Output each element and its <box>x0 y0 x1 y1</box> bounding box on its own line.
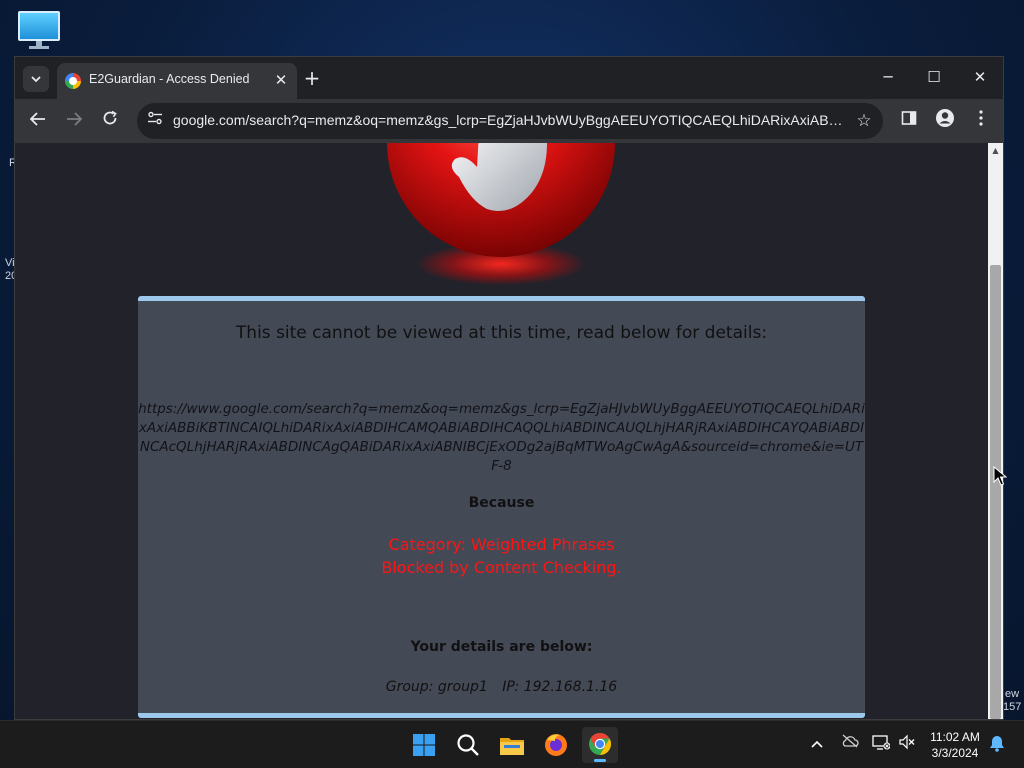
taskbar-clock[interactable]: 11:02 AM 3/3/2024 <box>922 729 988 761</box>
desktop-computer-icon[interactable] <box>18 11 60 49</box>
chevron-down-icon <box>31 72 41 86</box>
chrome-icon[interactable] <box>582 727 618 763</box>
clock-time: 11:02 AM <box>930 730 980 744</box>
active-app-indicator <box>594 759 606 762</box>
maximize-button[interactable]: ☐ <box>911 57 957 97</box>
desktop-label-fragment: 157 <box>1003 701 1022 713</box>
site-settings-icon[interactable] <box>145 111 165 131</box>
tab-active[interactable]: E2Guardian - Access Denied ✕ <box>57 63 297 99</box>
details-heading: Your details are below: <box>410 639 593 655</box>
cloud-offline-icon[interactable] <box>839 734 861 756</box>
blocked-url-text: https://www.google.com/search?q=memz&oq=… <box>138 401 865 474</box>
tab-title: E2Guardian - Access Denied <box>89 72 250 86</box>
monitor-screen <box>18 11 60 41</box>
access-denied-panel: This site cannot be viewed at this time,… <box>138 296 865 718</box>
tab-strip: E2Guardian - Access Denied ✕ + ─ ☐ ✕ <box>15 57 1003 99</box>
display-icon[interactable] <box>870 734 892 756</box>
tab-search-button[interactable] <box>23 66 49 92</box>
desktop-label-fragment: ew <box>1005 688 1020 700</box>
monitor-base <box>29 46 49 49</box>
browser-toolbar: google.com/search?q=memz&oq=memz&gs_lcrp… <box>15 99 1003 143</box>
minimize-button[interactable]: ─ <box>865 57 911 97</box>
windows-start-icon[interactable] <box>406 727 442 763</box>
clock-date: 3/3/2024 <box>931 746 979 760</box>
page-viewport: This site cannot be viewed at this time,… <box>15 143 988 719</box>
page-heading: This site cannot be viewed at this time,… <box>235 323 768 343</box>
search-icon[interactable] <box>450 727 486 763</box>
chevron-up-icon[interactable] <box>806 734 828 756</box>
side-panel-icon[interactable] <box>896 108 922 134</box>
close-window-button[interactable]: ✕ <box>957 57 1003 97</box>
block-reason-text: Blocked by Content Checking. <box>381 558 622 577</box>
vertical-scrollbar[interactable]: ▲ <box>988 143 1003 719</box>
browser-window: E2Guardian - Access Denied ✕ + ─ ☐ ✕ goo… <box>14 56 1004 720</box>
profile-avatar-icon[interactable] <box>932 108 958 134</box>
user-details: Group: group1 IP: 192.168.1.16 <box>138 679 865 695</box>
tab-close-icon[interactable]: ✕ <box>271 70 291 90</box>
new-tab-button[interactable]: + <box>298 66 326 92</box>
scrollbar-thumb[interactable] <box>990 265 1001 719</box>
reload-icon[interactable] <box>97 108 123 134</box>
taskbar: 11:02 AM 3/3/2024 <box>0 720 1024 768</box>
stop-hand-icon <box>387 143 615 257</box>
scroll-up-arrow-icon[interactable]: ▲ <box>988 143 1003 159</box>
forward-arrow-icon[interactable] <box>61 108 87 134</box>
block-category-text: Category: Weighted Phrases <box>388 535 615 554</box>
notification-bell-icon[interactable] <box>986 734 1008 756</box>
file-explorer-icon[interactable] <box>494 727 530 763</box>
back-arrow-icon[interactable] <box>25 108 51 134</box>
volume-muted-icon[interactable] <box>896 734 918 756</box>
group-value: Group: group1 <box>385 679 488 695</box>
bookmark-star-icon[interactable]: ☆ <box>853 110 875 132</box>
google-g-icon <box>65 73 81 89</box>
ip-value: IP: 192.168.1.16 <box>502 679 618 695</box>
firefox-icon[interactable] <box>538 727 574 763</box>
menu-kebab-icon[interactable] <box>968 108 994 134</box>
mouse-cursor-icon <box>993 466 1007 486</box>
address-url-text[interactable]: google.com/search?q=memz&oq=memz&gs_lcrp… <box>173 112 849 128</box>
because-label: Because <box>468 495 535 511</box>
address-bar[interactable]: google.com/search?q=memz&oq=memz&gs_lcrp… <box>137 103 883 139</box>
